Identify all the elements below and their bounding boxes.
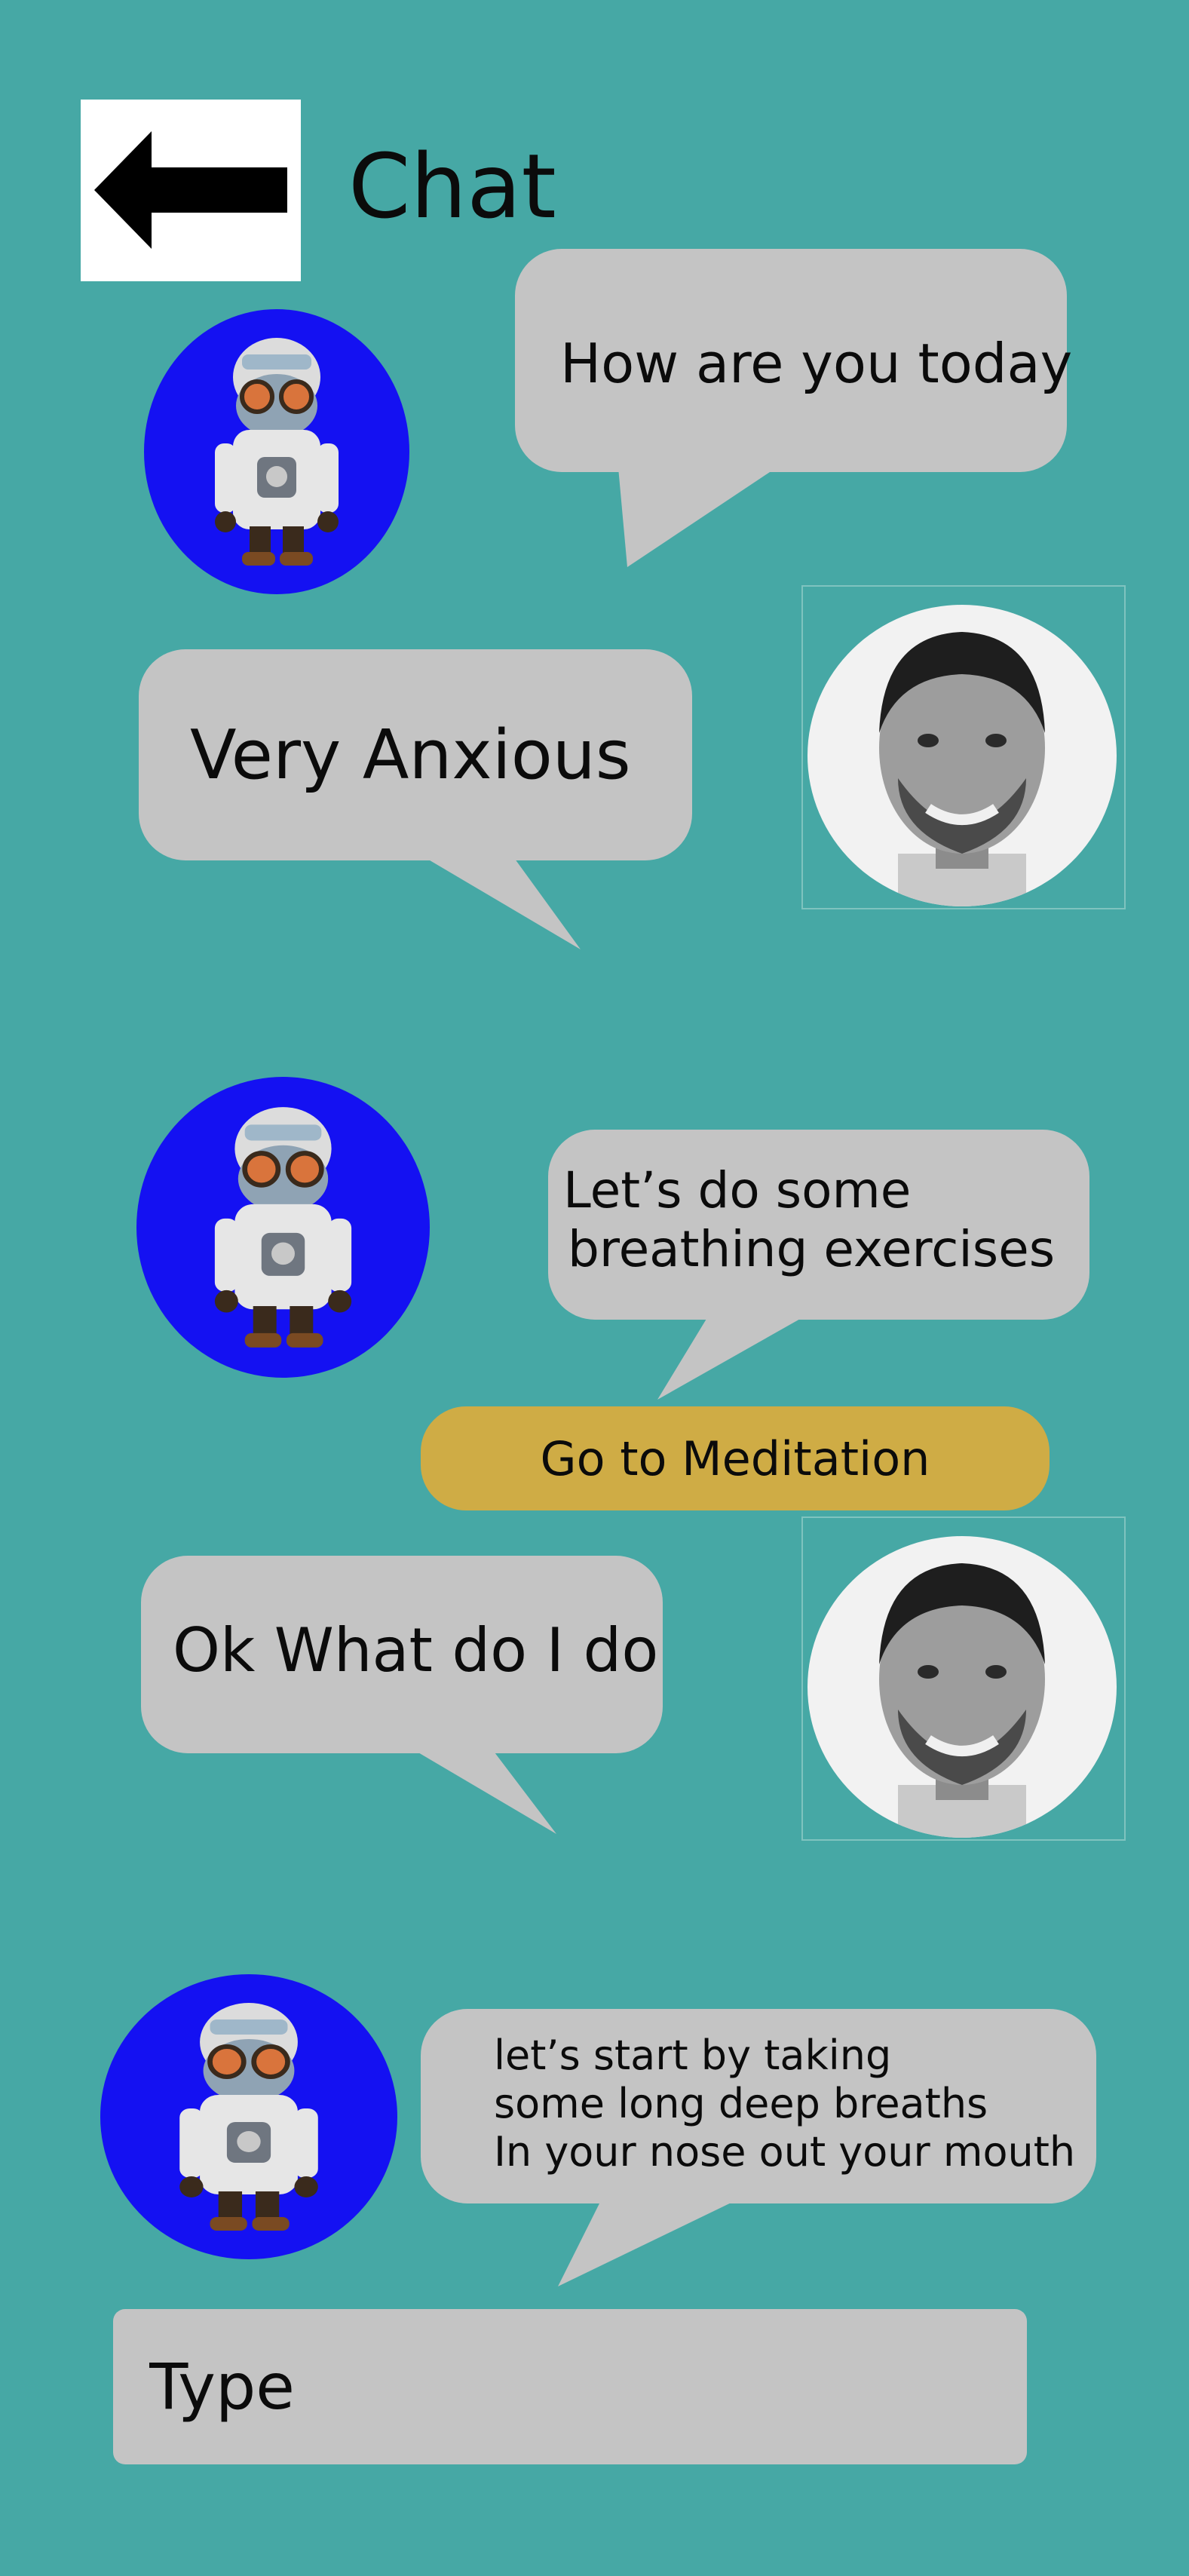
user-avatar (801, 585, 1126, 909)
user-message-bubble: Very Anxious (139, 649, 692, 860)
bubble-tail (657, 1315, 807, 1400)
user-avatar (801, 1516, 1126, 1841)
bubble-tail (422, 856, 581, 949)
robot-doctor-avatar-icon (214, 1107, 352, 1348)
bubble-tail (558, 2199, 739, 2286)
message-text-line: Let’s do some (563, 1161, 912, 1219)
robot-doctor-avatar-icon (179, 2003, 318, 2231)
message-text: How are you today (560, 332, 1073, 395)
arrow-left-icon (94, 131, 287, 249)
bot-avatar (100, 1974, 397, 2259)
message-text: Very Anxious (190, 716, 631, 795)
bot-avatar (144, 309, 409, 594)
bot-message-bubble: Let’s do some breathing exercises (548, 1130, 1089, 1320)
message-text-line: In your nose out your mouth (494, 2128, 1076, 2176)
user-message-bubble: Ok What do I do (141, 1556, 663, 1753)
message-text: Ok What do I do (173, 1615, 659, 1685)
bot-message-bubble: How are you today (515, 249, 1072, 472)
message-text-line: some long deep breaths (494, 2080, 988, 2127)
back-button[interactable] (81, 100, 301, 281)
page-title: Chat (348, 134, 556, 238)
bot-avatar (136, 1077, 430, 1378)
bubble-tail (618, 468, 777, 567)
robot-doctor-avatar-icon (215, 338, 339, 566)
user-photo-icon (879, 632, 1045, 906)
message-text-line: breathing exercises (568, 1220, 1056, 1278)
go-to-meditation-button[interactable]: Go to Meditation (421, 1406, 1050, 1510)
message-input[interactable] (113, 2309, 1027, 2464)
bot-message-bubble: let’s start by taking some long deep bre… (421, 2009, 1096, 2203)
user-photo-icon (879, 1563, 1045, 1838)
bubble-tail (413, 1750, 556, 1834)
message-text-line: let’s start by taking (494, 2032, 892, 2079)
